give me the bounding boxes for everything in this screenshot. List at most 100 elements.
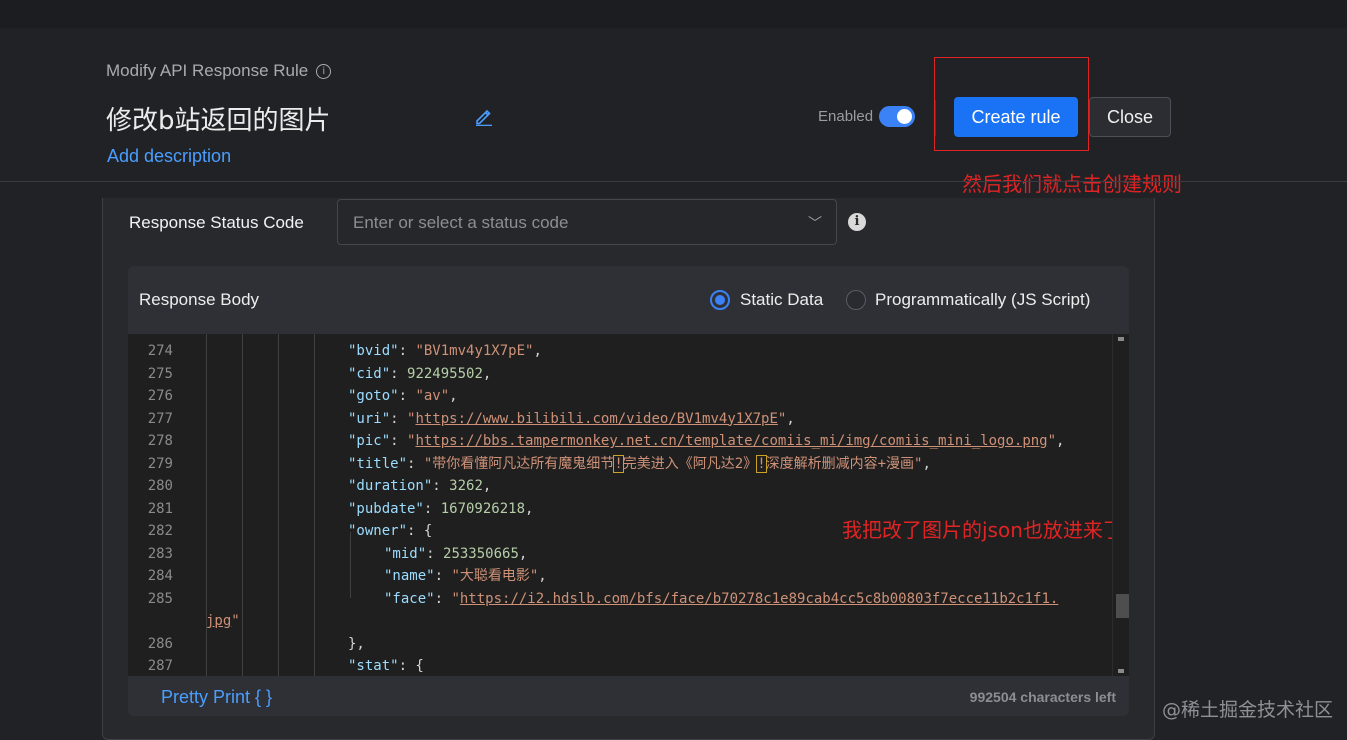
close-button[interactable]: Close xyxy=(1089,97,1171,137)
token-key: "face" xyxy=(384,590,435,607)
response-body-header: Response Body Static Data Programmatical… xyxy=(128,266,1129,334)
token-key: "title" xyxy=(348,455,408,472)
radio-static-data[interactable] xyxy=(710,290,730,310)
line-number: 281 xyxy=(147,500,173,517)
token-str: "BV1mv4y1X7pE" xyxy=(415,343,534,359)
add-description-link[interactable]: Add description xyxy=(107,146,231,167)
token-pun: , xyxy=(538,568,547,584)
token-pun: , xyxy=(482,478,492,494)
code-text: }, xyxy=(348,633,365,655)
top-strip xyxy=(0,0,1347,28)
token-url[interactable]: https://bbs.tampermonkey.net.cn/template… xyxy=(415,433,1047,449)
scroll-up-arrow[interactable] xyxy=(1118,337,1124,341)
code-text: jpg" xyxy=(206,610,240,632)
enabled-toggle[interactable] xyxy=(879,106,915,127)
code-line: 278 "pic": "https://bbs.tampermonkey.net.… xyxy=(128,430,1118,452)
code-text: "duration": 3262, xyxy=(348,475,491,497)
line-number: 282 xyxy=(147,523,173,539)
code-line: 283 "mid": 253350665, xyxy=(128,543,1118,565)
response-body-footer: Pretty Print { } 992504 characters left xyxy=(128,676,1129,716)
code-line: 280 "duration": 3262, xyxy=(128,475,1118,497)
chevron-down-icon: ﹀ xyxy=(808,216,822,232)
token-pun: , xyxy=(922,455,931,472)
info-icon[interactable]: i xyxy=(316,63,332,79)
line-number: 285 xyxy=(147,590,173,607)
token-pun: , xyxy=(482,365,492,382)
token-url[interactable]: https://www.bilibili.com/video/BV1mv4y1X… xyxy=(415,411,777,427)
static-data-label[interactable]: Static Data xyxy=(740,290,823,310)
scroll-down-arrow[interactable] xyxy=(1118,669,1124,673)
code-line: 274 "bvid": "BV1mv4y1X7pE", xyxy=(128,340,1118,362)
line-number: 286 xyxy=(147,635,173,652)
token-pun: : { xyxy=(398,658,424,674)
code-line: 286}, xyxy=(128,633,1118,655)
token-pun: : xyxy=(407,455,424,472)
status-code-placeholder: Enter or select a status code xyxy=(353,213,569,232)
header-separator xyxy=(935,100,936,136)
token-url[interactable]: https://i2.hdslb.com/bfs/face/b70278c1e8… xyxy=(460,591,1058,607)
token-pun: , xyxy=(525,500,534,517)
token-pun: : { xyxy=(407,523,433,539)
rule-name-title: 修改b站返回的图片 xyxy=(106,106,331,136)
token-str: "带你看懂阿凡达所有魔鬼细节 xyxy=(423,455,615,472)
code-line: 285 "face": "https://i2.hdslb.com/bfs/fac… xyxy=(128,588,1118,610)
code-text: "stat": { xyxy=(348,655,424,676)
token-num: 922495502 xyxy=(407,365,483,382)
watermark: @稀土掘金技术社区 xyxy=(1162,699,1334,721)
code-line: 279 "title": "带你看懂阿凡达所有魔鬼细节!完美进入《阿凡达2》!深度… xyxy=(128,453,1118,475)
rule-type-label: Modify API Response Rule i xyxy=(106,61,332,81)
token-pun: , xyxy=(449,388,458,404)
token-pun: : xyxy=(390,410,408,427)
token-key: "uri" xyxy=(348,410,391,427)
code-text: "goto": "av", xyxy=(348,385,458,407)
token-key: "bvid" xyxy=(348,343,399,359)
create-rule-button[interactable]: Create rule xyxy=(954,97,1078,137)
line-number: 283 xyxy=(147,545,173,562)
token-key: "goto" xyxy=(348,388,399,404)
line-number: 276 xyxy=(147,388,173,404)
header-divider xyxy=(0,181,1347,182)
code-line: jpg" xyxy=(128,610,1118,632)
status-info-icon[interactable]: i xyxy=(848,213,866,231)
token-url[interactable]: jpg xyxy=(206,613,231,629)
token-pun: : xyxy=(432,478,450,494)
token-pun: : xyxy=(390,433,408,449)
token-key: "pic" xyxy=(348,433,391,449)
line-number: 284 xyxy=(147,568,173,584)
status-code-select[interactable]: Enter or select a status code ﹀ xyxy=(337,199,837,245)
enabled-label: Enabled xyxy=(818,108,874,125)
token-str: 完美进入《阿凡达2》 xyxy=(622,455,758,472)
code-editor[interactable]: 274 "bvid": "BV1mv4y1X7pE", 275 "cid": 9224… xyxy=(128,334,1129,676)
token-pun: , xyxy=(533,343,542,359)
code-text: "title": "带你看懂阿凡达所有魔鬼细节!完美进入《阿凡达2》!深度解析删… xyxy=(348,453,931,475)
line-number: 274 xyxy=(147,343,173,359)
radio-programmatic[interactable] xyxy=(846,290,866,310)
pretty-print-button[interactable]: Pretty Print { } xyxy=(161,687,272,708)
code-line: 277 "uri": "https://www.bilibili.com/vide… xyxy=(128,408,1118,430)
code-text: "face": "https://i2.hdslb.com/bfs/face/b… xyxy=(384,588,1058,610)
code-line: 275 "cid": 922495502, xyxy=(128,363,1118,385)
token-num: 253350665 xyxy=(443,545,519,562)
pencil-edit-icon[interactable] xyxy=(474,106,494,126)
editor-scrollbar[interactable] xyxy=(1112,334,1129,676)
token-str: " xyxy=(451,590,460,607)
token-num: 1670926218 xyxy=(440,500,526,517)
token-key: "duration" xyxy=(348,478,433,494)
token-hl: ! xyxy=(756,454,767,473)
code-text: "mid": 253350665, xyxy=(384,543,527,565)
token-pun: , xyxy=(1056,433,1065,449)
token-pun: : xyxy=(390,365,408,382)
line-number: 278 xyxy=(147,433,173,449)
annotation-create-note: 然后我们就点击创建规则 xyxy=(962,172,1182,196)
scroll-thumb[interactable] xyxy=(1116,594,1129,618)
token-pun: }, xyxy=(348,635,365,652)
token-pun: : xyxy=(398,388,416,404)
token-str: "av" xyxy=(415,388,450,404)
programmatic-label[interactable]: Programmatically (JS Script) xyxy=(875,290,1090,310)
characters-left-counter: 992504 characters left xyxy=(969,689,1116,705)
token-key: "owner" xyxy=(348,523,408,539)
code-text: "uri": "https://www.bilibili.com/video/B… xyxy=(348,408,795,430)
token-pun: : xyxy=(423,500,441,517)
code-text: "pubdate": 1670926218, xyxy=(348,498,533,520)
token-key: "pubdate" xyxy=(348,500,424,517)
